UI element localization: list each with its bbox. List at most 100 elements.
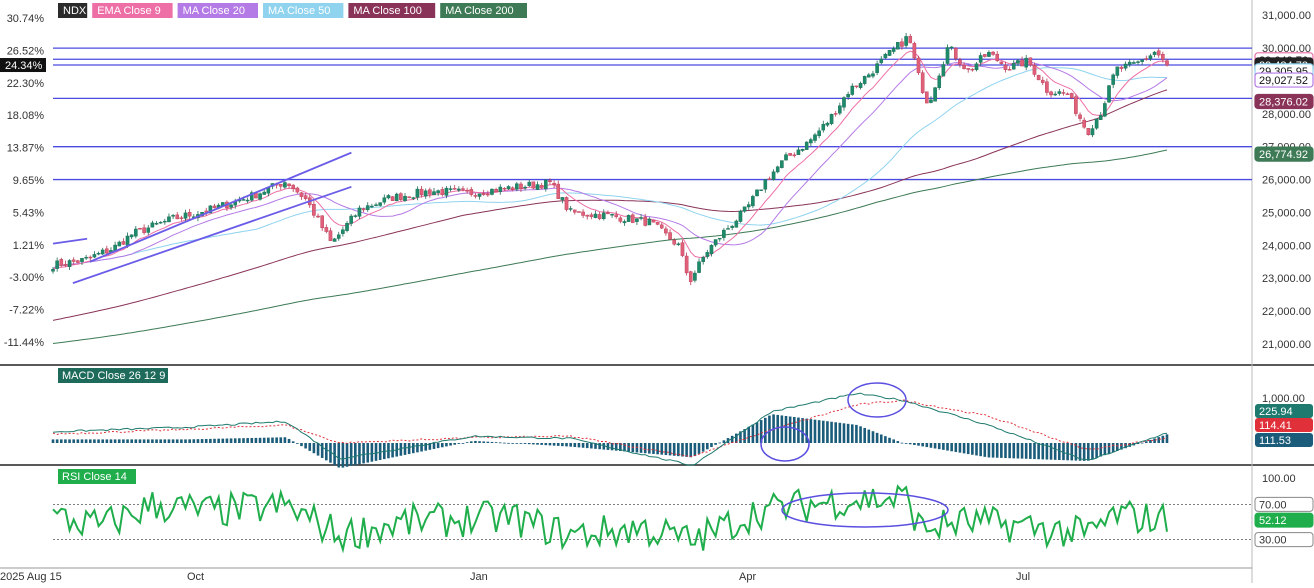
left-axis-tick-label: 5.43% (13, 207, 44, 219)
macd-histogram-bar (954, 443, 958, 452)
price-label-text: 26,774.92 (1259, 149, 1308, 161)
candle-body (734, 220, 739, 228)
macd-histogram-bar (494, 442, 498, 443)
candle-body (792, 154, 797, 157)
macd-histogram-bar (648, 443, 651, 454)
candle-body (896, 42, 900, 50)
candle-body (589, 214, 594, 217)
candle-body (726, 228, 730, 230)
candle-body (71, 259, 76, 262)
candle-body (324, 227, 329, 232)
macd-histogram-bar (1008, 443, 1011, 459)
macd-histogram-bar (167, 439, 171, 443)
candle-body (96, 252, 101, 255)
macd-histogram-bar (689, 443, 693, 458)
candle-body (419, 188, 424, 196)
macd-histogram-bar (262, 437, 266, 443)
candle-body (303, 195, 308, 199)
macd-histogram-bar (809, 419, 813, 443)
macd-histogram-bar (445, 443, 448, 447)
candle-body (423, 190, 428, 197)
candle-body (100, 249, 105, 255)
candle-body (88, 256, 93, 259)
candle-body (341, 229, 345, 234)
macd-histogram-bar (846, 423, 850, 443)
x-axis-tick-label: Jul (1016, 571, 1030, 583)
macd-histogram-bar (511, 443, 514, 444)
macd-histogram-bar (146, 439, 150, 443)
macd-histogram-bar (784, 415, 788, 443)
candle-body (1140, 59, 1144, 62)
macd-histogram-bar (929, 443, 933, 448)
macd-histogram-bar (1140, 442, 1144, 444)
macd-histogram-bar (200, 439, 204, 443)
candle-body (510, 187, 515, 190)
candle-body (399, 193, 403, 200)
candle-body (941, 64, 946, 77)
macd-histogram-bar (892, 439, 895, 443)
macd-histogram-bar (217, 438, 220, 443)
legend-item-label: MA Close 50 (268, 5, 330, 17)
macd-histogram-bar (871, 431, 875, 443)
candle-body (245, 199, 250, 202)
candle-body (1127, 61, 1132, 65)
candle-body (771, 171, 776, 180)
macd-histogram-bar (1053, 443, 1057, 460)
right-axis-tick-label: 23,000.00 (1262, 273, 1311, 285)
candle-body (585, 214, 590, 217)
candle-body (1011, 63, 1016, 70)
candle-body (1086, 128, 1091, 136)
macd-histogram-bar (643, 443, 647, 454)
macd-histogram-bar (515, 443, 519, 444)
candle-body (187, 211, 192, 217)
macd-histogram-bar (51, 439, 55, 443)
candle-body (1007, 69, 1012, 71)
macd-histogram-bar (122, 439, 125, 443)
legend-item-label: MA Close 20 (183, 5, 245, 17)
macd-histogram-bar (681, 443, 684, 457)
candle-body (328, 230, 333, 241)
candle-body (697, 261, 701, 273)
candle-body (688, 271, 693, 282)
candle-body (991, 51, 995, 55)
candle-body (63, 263, 68, 266)
candle-body (614, 214, 619, 217)
candle-body (920, 72, 925, 93)
macd-histogram-bar (337, 443, 341, 468)
left-axis-tick-label: -7.22% (9, 305, 44, 317)
candle-body (486, 193, 490, 196)
macd-histogram-bar (68, 439, 71, 443)
macd-histogram-bar (465, 442, 469, 443)
macd-histogram-bar (958, 443, 962, 453)
legend-item-label: MA Close 100 (353, 5, 421, 17)
macd-histogram-bar (966, 443, 970, 455)
macd-histogram-bar (755, 422, 759, 443)
candle-body (751, 196, 755, 207)
macd-histogram-bar (1087, 443, 1090, 461)
x-axis-tick-label: 2025 Aug 15 (0, 571, 62, 583)
macd-histogram-bar (1161, 435, 1165, 443)
macd-histogram-bar (113, 439, 117, 443)
candle-body (415, 188, 420, 198)
candle-body (577, 211, 581, 213)
macd-histogram-bar (544, 443, 548, 446)
macd-histogram-bar (308, 443, 312, 451)
macd-histogram-bar (349, 443, 353, 466)
macd-histogram-bar (987, 443, 991, 458)
macd-histogram-bar (159, 439, 162, 443)
macd-histogram-bar (519, 443, 523, 444)
macd-histogram-bar (196, 439, 200, 443)
macd-histogram-bar (1000, 443, 1003, 458)
macd-histogram-bar (341, 443, 345, 468)
macd-histogram-bar (362, 443, 365, 464)
macd-histogram-bar (879, 434, 883, 443)
candle-body (738, 210, 743, 222)
candle-body (746, 204, 751, 208)
candle-body (1036, 74, 1041, 81)
macd-histogram-bar (171, 439, 175, 443)
candle-body (531, 181, 536, 189)
left-axis-tick-label: 22.30% (7, 78, 45, 90)
candle-body (154, 223, 159, 225)
macd-histogram-bar (971, 443, 974, 455)
macd-histogram-bar (403, 443, 407, 455)
